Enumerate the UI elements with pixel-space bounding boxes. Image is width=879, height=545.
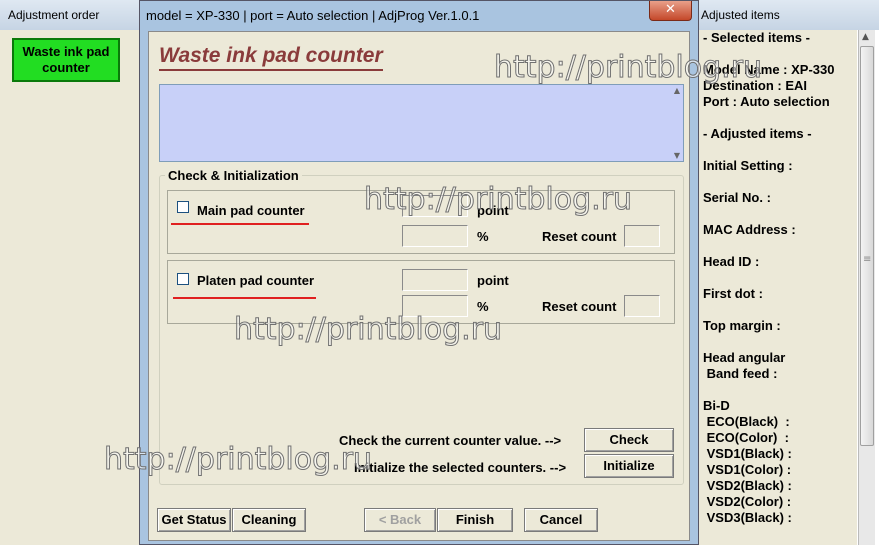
waste-ink-pad-counter-item[interactable]: Waste ink pad counter — [12, 38, 120, 82]
main-pad-checkbox[interactable] — [177, 201, 189, 213]
adjusted-line: Port : Auto selection — [703, 94, 830, 109]
watermark: http://printblog.ru — [493, 50, 763, 86]
main-pad-underline — [171, 223, 309, 225]
adjusted-line: VSD2(Color) : — [703, 494, 792, 509]
watermark: http://printblog.ru — [233, 312, 503, 348]
initialize-prompt: Initialize the selected counters. --> — [354, 460, 567, 475]
cleaning-button[interactable]: Cleaning — [232, 508, 306, 532]
get-status-button[interactable]: Get Status — [157, 508, 231, 532]
adjusted-line: Bi-D — [703, 398, 730, 413]
watermark: http://printblog.ru — [103, 442, 373, 478]
cancel-button[interactable]: Cancel — [524, 508, 598, 532]
platen-pad-reset-label: Reset count — [542, 299, 617, 314]
adjusted-line: VSD3(Black) : — [703, 510, 792, 525]
adjusted-line: Initial Setting : — [703, 158, 793, 173]
scroll-grip-icon: ≡ — [863, 254, 872, 265]
adjusted-line: Head ID : — [703, 254, 760, 269]
adjusted-line: ECO(Color) : — [703, 430, 789, 445]
platen-pad-reset-field — [624, 295, 660, 317]
page-heading: Waste ink pad counter — [159, 44, 383, 71]
status-output-area[interactable]: ▲ ▼ — [159, 84, 684, 162]
check-prompt: Check the current counter value. --> — [339, 433, 562, 448]
back-button: < Back — [364, 508, 436, 532]
adjusted-line: MAC Address : — [703, 222, 796, 237]
adjusted-line: Head angular — [703, 350, 786, 365]
platen-pad-point-field — [402, 269, 468, 291]
group-title: Check & Initialization — [165, 168, 302, 183]
adjusted-line: Serial No. : — [703, 190, 771, 205]
finish-button[interactable]: Finish — [437, 508, 513, 532]
adjusted-line: Top margin : — [703, 318, 781, 333]
main-pad-reset-field — [624, 225, 660, 247]
adjusted-line: Band feed : — [703, 366, 778, 381]
adjusted-line: - Adjusted items - — [703, 126, 812, 141]
adjusted-line: VSD2(Black) : — [703, 478, 792, 493]
main-pad-label: Main pad counter — [197, 203, 305, 218]
main-pad-percent-label: % — [477, 229, 489, 244]
adjusted-line: ECO(Black) : — [703, 414, 790, 429]
adjusted-items-title: Adjusted items — [697, 0, 879, 30]
dialog-title: model = XP-330 | port = Auto selection |… — [146, 8, 480, 23]
scroll-up-arrow-icon[interactable]: ▲ — [862, 32, 869, 42]
adjusted-line: VSD1(Black) : — [703, 446, 792, 461]
close-button[interactable]: ✕ — [649, 1, 692, 21]
adjusted-line: - Selected items - — [703, 30, 810, 45]
initialize-button[interactable]: Initialize — [584, 454, 674, 478]
adjusted-items-list: - Selected items - Model Name : XP-330 D… — [697, 30, 857, 545]
scroll-down-arrow-icon[interactable]: ▼ — [674, 151, 680, 160]
adjusted-line: First dot : — [703, 286, 763, 301]
main-pad-reset-label: Reset count — [542, 229, 617, 244]
platen-pad-point-label: point — [477, 273, 509, 288]
check-button[interactable]: Check — [584, 428, 674, 452]
scroll-up-arrow-icon[interactable]: ▲ — [674, 86, 680, 95]
main-pad-percent-field — [402, 225, 468, 247]
watermark: http://printblog.ru — [363, 182, 633, 218]
adjusted-items-scrollbar[interactable]: ▲ ≡ — [858, 30, 875, 545]
adjustment-order-title: Adjustment order — [0, 0, 139, 30]
adjusted-line: VSD1(Color) : — [703, 462, 792, 477]
platen-pad-checkbox[interactable] — [177, 273, 189, 285]
scrollbar-thumb[interactable] — [860, 46, 874, 446]
platen-pad-underline — [173, 297, 316, 299]
platen-pad-label: Platen pad counter — [197, 273, 315, 288]
